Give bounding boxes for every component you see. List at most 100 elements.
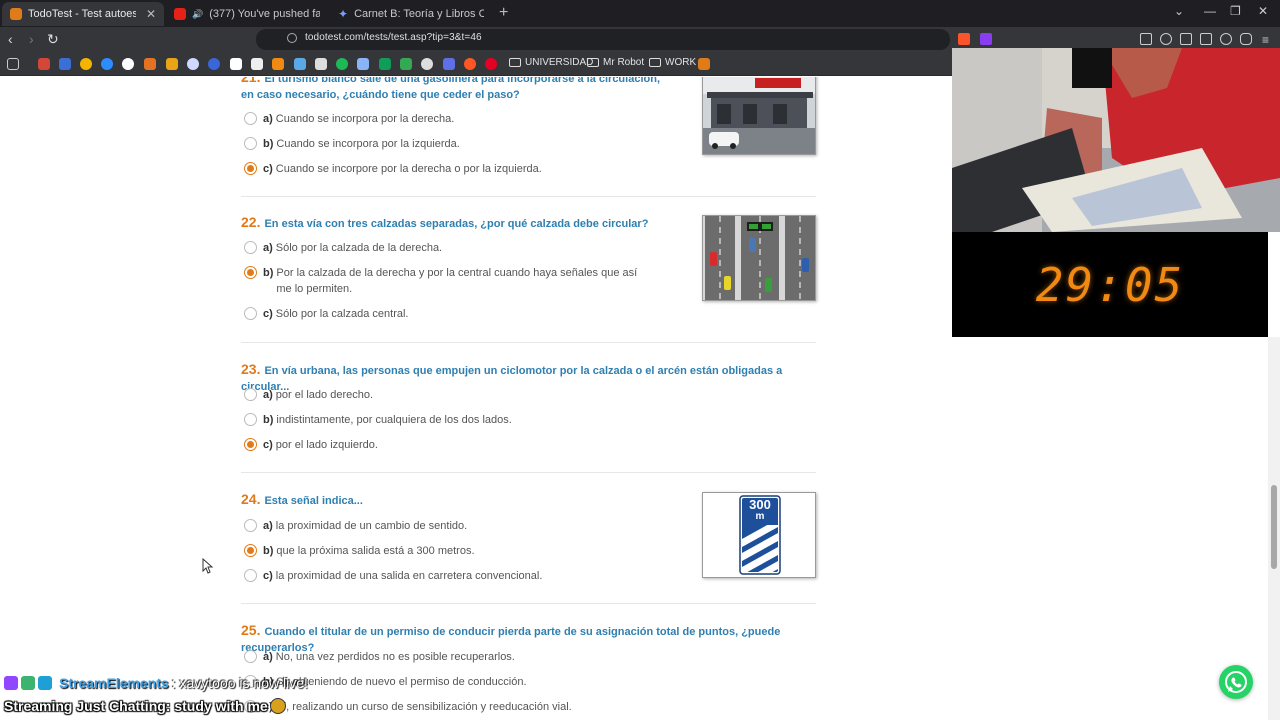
minimize-icon[interactable]: — bbox=[1204, 4, 1216, 18]
bookmark-icon-6[interactable] bbox=[144, 58, 156, 70]
maximize-icon[interactable]: ❐ bbox=[1230, 4, 1241, 18]
bookmark-icon-14[interactable] bbox=[315, 58, 327, 70]
radio-button-selected[interactable] bbox=[244, 438, 257, 451]
bookmark-icon-13[interactable] bbox=[294, 58, 306, 70]
bookmark-icon-9[interactable] bbox=[208, 58, 220, 70]
wallet-icon[interactable] bbox=[1200, 33, 1212, 45]
radio-button[interactable] bbox=[244, 137, 257, 150]
chrome-bookmark-icon[interactable] bbox=[80, 58, 92, 70]
bookmark-icon-19[interactable] bbox=[421, 58, 433, 70]
gmail-bookmark-icon[interactable] bbox=[38, 58, 50, 70]
todotest-bookmark-icon[interactable] bbox=[698, 58, 710, 70]
scrollbar-thumb[interactable] bbox=[1271, 485, 1277, 569]
apps-grid-icon[interactable] bbox=[7, 58, 19, 70]
radio-button[interactable] bbox=[244, 112, 257, 125]
option-text[interactable]: indistintamente, por cualquiera de los d… bbox=[276, 412, 511, 428]
option-text[interactable]: No, una vez perdidos no es posible recup… bbox=[276, 649, 515, 665]
option-c[interactable]: c) Sólo por la calzada central. bbox=[244, 306, 408, 322]
option-text[interactable]: Cuando se incorpora por la izquierda. bbox=[276, 136, 459, 152]
bookmark-icon-10[interactable] bbox=[230, 58, 242, 70]
option-text[interactable]: Sólo por la calzada central. bbox=[276, 306, 409, 322]
option-c[interactable]: c) por el lado izquierdo. bbox=[244, 437, 378, 453]
speaker-icon[interactable]: 🔊 bbox=[192, 9, 203, 20]
drive-bookmark-icon[interactable] bbox=[59, 58, 71, 70]
option-text[interactable]: Cuando se incorpora por la derecha. bbox=[276, 111, 455, 127]
option-a[interactable]: a) la proximidad de un cambio de sentido… bbox=[244, 518, 467, 534]
radio-button[interactable] bbox=[244, 519, 257, 532]
option-b[interactable]: b) indistintamente, por cualquiera de lo… bbox=[244, 412, 512, 428]
option-text[interactable]: Sí, obteniendo de nuevo el permiso de co… bbox=[276, 674, 526, 690]
radio-button-selected[interactable] bbox=[244, 162, 257, 175]
option-b[interactable]: b) Cuando se incorpora por la izquierda. bbox=[244, 136, 460, 152]
option-b[interactable]: b) Por la calzada de la derecha y por la… bbox=[244, 265, 654, 297]
leo-ai-icon[interactable] bbox=[1220, 33, 1232, 45]
bookmark-folder-work[interactable]: WORK bbox=[649, 57, 696, 68]
media-icon[interactable] bbox=[1160, 33, 1172, 45]
bookmark-icon-18[interactable] bbox=[400, 58, 412, 70]
bookmark-folder-mr-robot[interactable]: Mr Robot bbox=[587, 57, 644, 68]
bookmark-icon-12[interactable] bbox=[272, 58, 284, 70]
bookmark-icon-11[interactable] bbox=[251, 58, 263, 70]
tab-todotest[interactable]: TodoTest - Test autoescuela grat ✕ bbox=[2, 2, 164, 26]
radio-button[interactable] bbox=[244, 307, 257, 320]
option-b[interactable]: b) que la próxima salida está a 300 metr… bbox=[244, 543, 475, 559]
spotify-bookmark-icon[interactable] bbox=[336, 58, 348, 70]
option-a[interactable]: a) Cuando se incorpora por la derecha. bbox=[244, 111, 454, 127]
option-text[interactable]: que la próxima salida está a 300 metros. bbox=[276, 543, 474, 559]
url-text[interactable]: todotest.com/tests/test.asp?tip=3&t=46 bbox=[305, 32, 482, 43]
option-a[interactable]: a) No, una vez perdidos no es posible re… bbox=[244, 649, 515, 665]
option-c[interactable]: c) Sí, realizando un curso de sensibiliz… bbox=[244, 699, 572, 715]
radio-button[interactable] bbox=[244, 650, 257, 663]
brave-rewards-icon[interactable] bbox=[980, 33, 992, 45]
whatsapp-icon[interactable] bbox=[1219, 665, 1253, 699]
bookmark-icon-16[interactable] bbox=[357, 58, 369, 70]
radio-button-selected[interactable] bbox=[244, 266, 257, 279]
option-text[interactable]: por el lado izquierdo. bbox=[276, 437, 378, 453]
option-text[interactable]: la proximidad de un cambio de sentido. bbox=[276, 518, 467, 534]
radio-button[interactable] bbox=[244, 388, 257, 401]
option-a[interactable]: a) Sólo por la calzada de la derecha. bbox=[244, 240, 442, 256]
site-bookmark-icon[interactable] bbox=[101, 58, 113, 70]
menu-icon[interactable]: ≡ bbox=[1262, 33, 1274, 47]
option-text[interactable]: Sí, realizando un curso de sensibilizaci… bbox=[276, 699, 572, 715]
sheets-bookmark-icon[interactable] bbox=[379, 58, 391, 70]
tab-youtube[interactable]: 🔊 (377) You've pushed far enough... bbox=[166, 2, 328, 26]
radio-button-selected[interactable] bbox=[244, 544, 257, 557]
vpn-icon[interactable] bbox=[1240, 33, 1252, 45]
radio-button[interactable] bbox=[244, 569, 257, 582]
option-letter: c) bbox=[263, 163, 273, 175]
tab-gemini[interactable]: ✦ Carnet B: Teoría y Libros Clave - Goo bbox=[330, 2, 492, 26]
stream-title-overlay: Streaming Just Chatting: study with me bbox=[4, 698, 286, 714]
bookmark-icon-7[interactable] bbox=[166, 58, 178, 70]
reload-icon[interactable]: ↻ bbox=[47, 31, 59, 48]
option-text[interactable]: Cuando se incorpore por la derecha o por… bbox=[276, 161, 542, 177]
radio-button[interactable] bbox=[244, 241, 257, 254]
option-text[interactable]: la proximidad de una salida en carretera… bbox=[276, 568, 543, 584]
brave-shield-icon[interactable] bbox=[958, 33, 970, 45]
tab-search-icon[interactable]: ⌄ bbox=[1174, 4, 1184, 18]
bookmark-icon-8[interactable] bbox=[187, 58, 199, 70]
option-text[interactable]: Sólo por la calzada de la derecha. bbox=[276, 240, 442, 256]
new-tab-icon[interactable]: + bbox=[499, 4, 508, 22]
bookmark-icon-20[interactable] bbox=[443, 58, 455, 70]
bookmark-folder-universidad[interactable]: UNIVERSIDAD bbox=[509, 57, 593, 68]
page-scrollbar[interactable] bbox=[1268, 337, 1280, 720]
sidebar-icon[interactable] bbox=[1180, 33, 1192, 45]
site-info-icon[interactable] bbox=[287, 33, 297, 43]
option-a[interactable]: a) por el lado derecho. bbox=[244, 387, 373, 403]
option-c[interactable]: c) la proximidad de una salida en carret… bbox=[244, 568, 542, 584]
divider bbox=[241, 342, 816, 343]
option-text[interactable]: por el lado derecho. bbox=[276, 387, 373, 403]
forward-icon[interactable]: › bbox=[29, 31, 34, 47]
back-icon[interactable]: ‹ bbox=[8, 31, 13, 47]
bookmark-icon-21[interactable] bbox=[464, 58, 476, 70]
radio-button[interactable] bbox=[244, 413, 257, 426]
pinterest-bookmark-icon[interactable] bbox=[485, 58, 497, 70]
window-close-icon[interactable]: ✕ bbox=[1258, 4, 1268, 18]
extensions-icon[interactable] bbox=[1140, 33, 1152, 45]
option-text[interactable]: Por la calzada de la derecha y por la ce… bbox=[276, 265, 654, 297]
close-tab-icon[interactable]: ✕ bbox=[146, 7, 156, 21]
google-bookmark-icon[interactable] bbox=[122, 58, 134, 70]
option-c[interactable]: c) Cuando se incorpore por la derecha o … bbox=[244, 161, 542, 177]
folder-label: WORK bbox=[665, 57, 697, 68]
